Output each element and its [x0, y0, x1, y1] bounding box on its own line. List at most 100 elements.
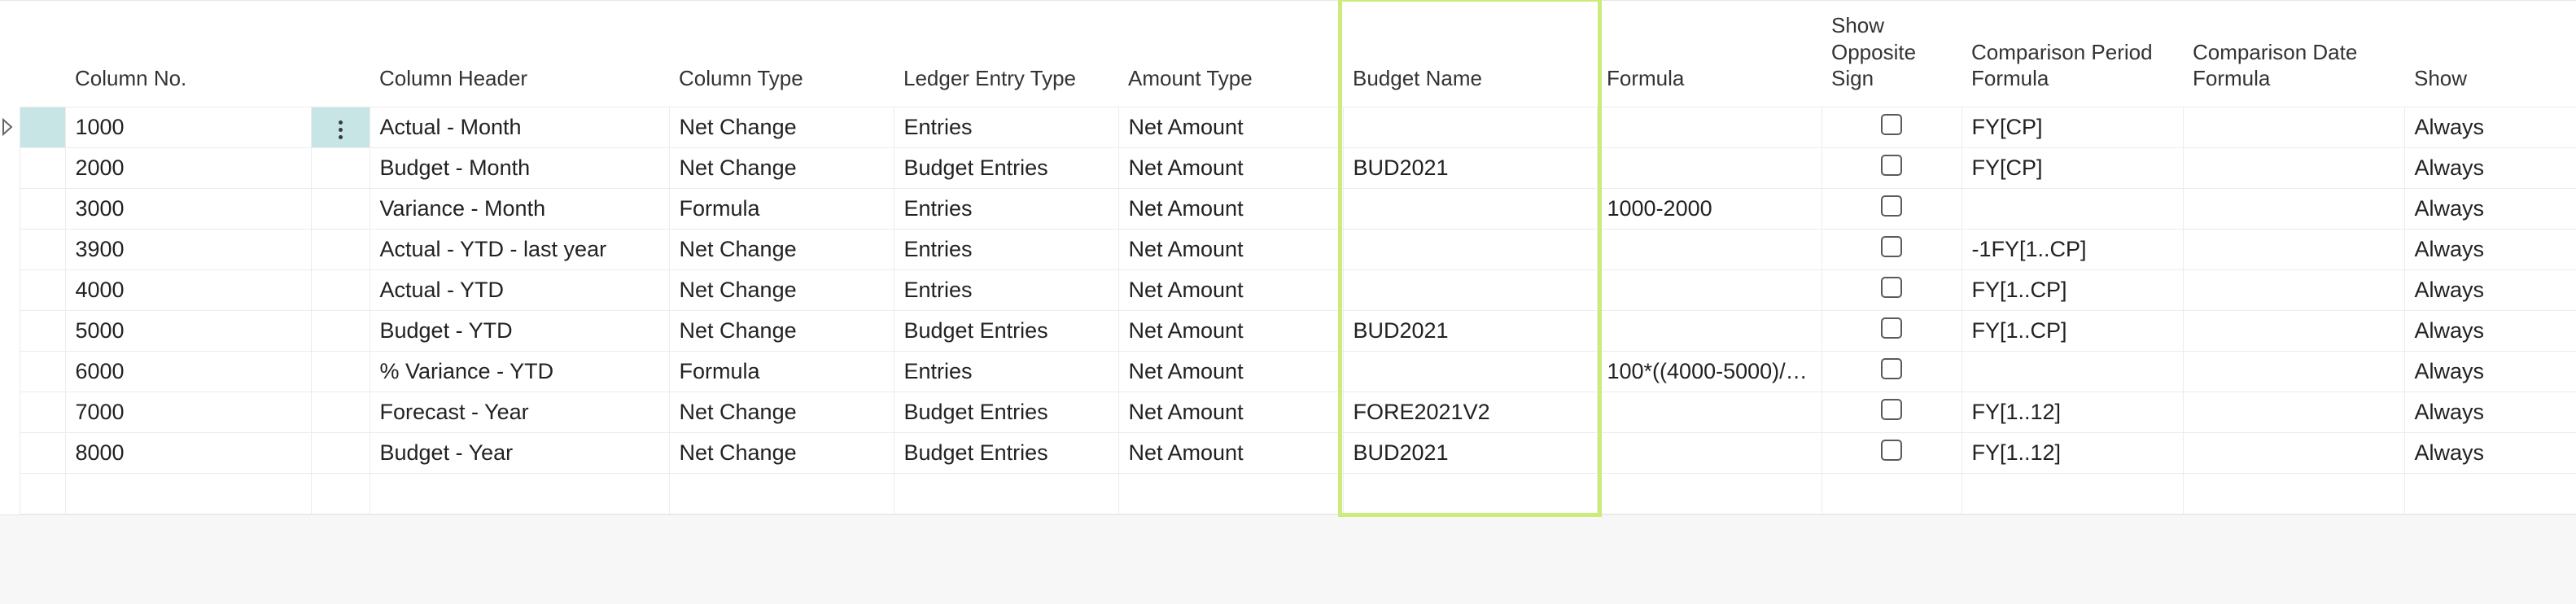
- cell-amount-type[interactable]: Net Amount: [1118, 147, 1343, 188]
- cell-ledger-entry-type[interactable]: Budget Entries: [894, 432, 1118, 473]
- header-show-opposite-sign[interactable]: Show Opposite Sign: [1822, 1, 1962, 107]
- cell-comparison-period-formula[interactable]: FY[1..12]: [1962, 432, 2183, 473]
- kebab-icon[interactable]: [339, 110, 343, 148]
- cell-show[interactable]: Always: [2404, 351, 2576, 392]
- table-row[interactable]: 8000Budget - YearNet ChangeBudget Entrie…: [0, 432, 2576, 473]
- cell-show-opposite-sign[interactable]: [1822, 147, 1962, 188]
- cell-comparison-period-formula[interactable]: FY[1..12]: [1962, 392, 2183, 432]
- table-row[interactable]: 4000Actual - YTDNet ChangeEntriesNet Amo…: [0, 269, 2576, 310]
- cell-column-type[interactable]: Net Change: [669, 392, 894, 432]
- cell-amount-type[interactable]: Net Amount: [1118, 188, 1343, 229]
- cell-column-type[interactable]: Net Change: [669, 147, 894, 188]
- cell-budget-name[interactable]: BUD2021: [1343, 147, 1597, 188]
- row-select-cell[interactable]: [20, 392, 65, 432]
- table-row[interactable]: 5000Budget - YTDNet ChangeBudget Entries…: [0, 310, 2576, 351]
- cell-comparison-date-formula[interactable]: [2183, 107, 2404, 147]
- cell-budget-name[interactable]: [1343, 229, 1597, 269]
- cell-column-header[interactable]: Budget - YTD: [370, 310, 669, 351]
- cell-empty[interactable]: [669, 473, 894, 514]
- cell-column-header[interactable]: Budget - Month: [370, 147, 669, 188]
- checkbox-icon[interactable]: [1881, 440, 1902, 461]
- cell-budget-name[interactable]: [1343, 351, 1597, 392]
- table-row-empty[interactable]: [0, 473, 2576, 514]
- header-formula[interactable]: Formula: [1597, 1, 1822, 107]
- checkbox-icon[interactable]: [1881, 317, 1902, 339]
- cell-empty[interactable]: [1343, 473, 1597, 514]
- table-row[interactable]: 3000Variance - MonthFormulaEntriesNet Am…: [0, 188, 2576, 229]
- header-budget-name[interactable]: Budget Name: [1343, 1, 1597, 107]
- header-comparison-date-formula[interactable]: Comparison Date Formula: [2183, 1, 2404, 107]
- cell-ledger-entry-type[interactable]: Entries: [894, 107, 1118, 147]
- cell-column-no[interactable]: 7000: [65, 392, 311, 432]
- cell-column-no[interactable]: 6000: [65, 351, 311, 392]
- cell-formula[interactable]: 100*((4000-5000)/5...: [1597, 351, 1822, 392]
- cell-column-type[interactable]: Net Change: [669, 432, 894, 473]
- header-show[interactable]: Show: [2404, 1, 2576, 107]
- row-actions-cell[interactable]: [311, 229, 370, 269]
- checkbox-icon[interactable]: [1881, 236, 1902, 257]
- cell-ledger-entry-type[interactable]: Entries: [894, 188, 1118, 229]
- row-select-cell[interactable]: [20, 269, 65, 310]
- cell-amount-type[interactable]: Net Amount: [1118, 432, 1343, 473]
- cell-empty[interactable]: [1597, 473, 1822, 514]
- header-column-header[interactable]: Column Header: [370, 1, 669, 107]
- cell-formula[interactable]: [1597, 432, 1822, 473]
- checkbox-icon[interactable]: [1881, 155, 1902, 176]
- cell-show[interactable]: Always: [2404, 147, 2576, 188]
- cell-ledger-entry-type[interactable]: Entries: [894, 229, 1118, 269]
- cell-empty[interactable]: [0, 473, 20, 514]
- cell-column-no[interactable]: 3900: [65, 229, 311, 269]
- row-select-cell[interactable]: [20, 229, 65, 269]
- cell-column-no[interactable]: 5000: [65, 310, 311, 351]
- cell-show[interactable]: Always: [2404, 229, 2576, 269]
- cell-comparison-date-formula[interactable]: [2183, 310, 2404, 351]
- cell-comparison-date-formula[interactable]: [2183, 432, 2404, 473]
- cell-column-type[interactable]: Net Change: [669, 269, 894, 310]
- cell-column-header[interactable]: Budget - Year: [370, 432, 669, 473]
- header-column-type[interactable]: Column Type: [669, 1, 894, 107]
- cell-show-opposite-sign[interactable]: [1822, 392, 1962, 432]
- cell-amount-type[interactable]: Net Amount: [1118, 269, 1343, 310]
- cell-comparison-period-formula[interactable]: FY[1..CP]: [1962, 310, 2183, 351]
- row-actions-cell[interactable]: [311, 107, 370, 147]
- cell-empty[interactable]: [2183, 473, 2404, 514]
- cell-empty[interactable]: [1118, 473, 1343, 514]
- row-actions-cell[interactable]: [311, 432, 370, 473]
- checkbox-icon[interactable]: [1881, 358, 1902, 379]
- cell-comparison-period-formula[interactable]: FY[CP]: [1962, 107, 2183, 147]
- cell-show[interactable]: Always: [2404, 188, 2576, 229]
- cell-column-no[interactable]: 1000: [65, 107, 311, 147]
- cell-empty[interactable]: [370, 473, 669, 514]
- cell-empty[interactable]: [65, 473, 311, 514]
- cell-budget-name[interactable]: [1343, 269, 1597, 310]
- cell-comparison-period-formula[interactable]: FY[1..CP]: [1962, 269, 2183, 310]
- cell-budget-name[interactable]: FORE2021V2: [1343, 392, 1597, 432]
- checkbox-icon[interactable]: [1881, 277, 1902, 298]
- cell-show[interactable]: Always: [2404, 269, 2576, 310]
- cell-amount-type[interactable]: Net Amount: [1118, 229, 1343, 269]
- cell-column-no[interactable]: 4000: [65, 269, 311, 310]
- cell-column-no[interactable]: 3000: [65, 188, 311, 229]
- cell-budget-name[interactable]: [1343, 107, 1597, 147]
- cell-column-header[interactable]: % Variance - YTD: [370, 351, 669, 392]
- cell-budget-name[interactable]: BUD2021: [1343, 432, 1597, 473]
- row-select-cell[interactable]: [20, 432, 65, 473]
- checkbox-icon[interactable]: [1881, 114, 1902, 135]
- row-select-cell[interactable]: [20, 107, 65, 147]
- cell-show-opposite-sign[interactable]: [1822, 229, 1962, 269]
- cell-show[interactable]: Always: [2404, 392, 2576, 432]
- cell-column-header[interactable]: Forecast - Year: [370, 392, 669, 432]
- cell-comparison-period-formula[interactable]: -1FY[1..CP]: [1962, 229, 2183, 269]
- cell-column-type[interactable]: Net Change: [669, 310, 894, 351]
- table-row[interactable]: 1000Actual - MonthNet ChangeEntriesNet A…: [0, 107, 2576, 147]
- cell-formula[interactable]: [1597, 147, 1822, 188]
- cell-amount-type[interactable]: Net Amount: [1118, 351, 1343, 392]
- cell-column-header[interactable]: Actual - Month: [370, 107, 669, 147]
- cell-formula[interactable]: [1597, 310, 1822, 351]
- row-select-cell[interactable]: [20, 351, 65, 392]
- cell-comparison-date-formula[interactable]: [2183, 351, 2404, 392]
- header-ledger-entry-type[interactable]: Ledger Entry Type: [894, 1, 1118, 107]
- cell-ledger-entry-type[interactable]: Entries: [894, 269, 1118, 310]
- cell-show-opposite-sign[interactable]: [1822, 188, 1962, 229]
- cell-show-opposite-sign[interactable]: [1822, 432, 1962, 473]
